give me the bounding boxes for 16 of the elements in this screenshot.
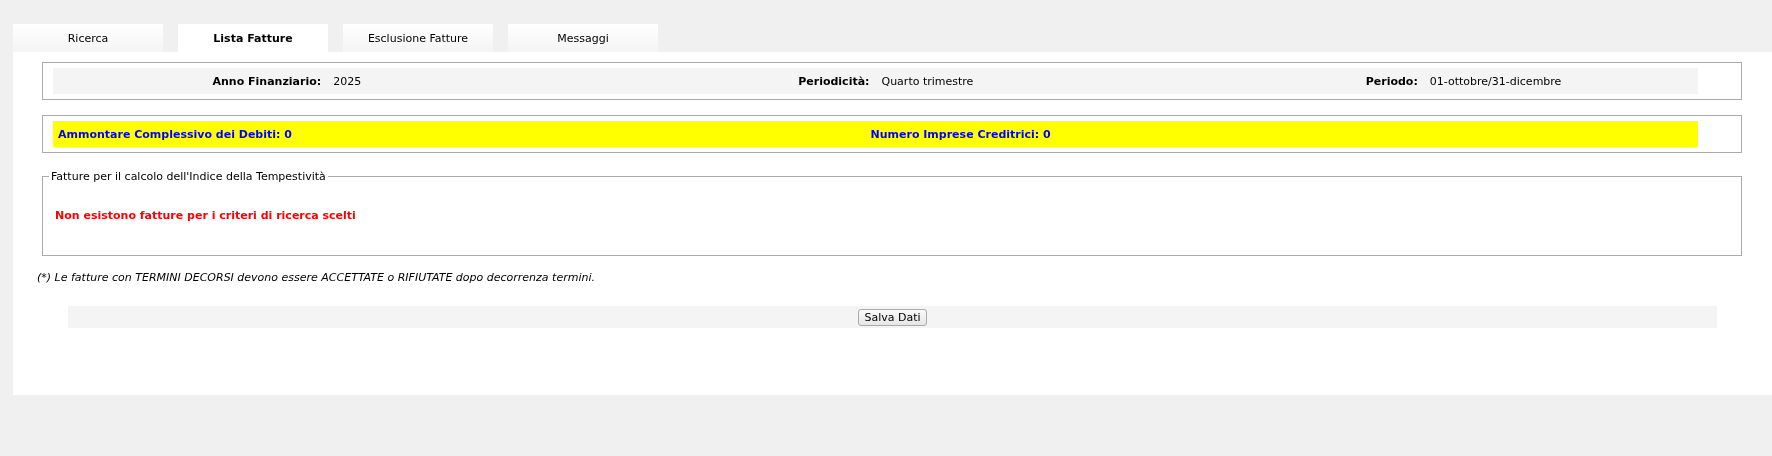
tab[interactable]: Messaggi [508, 24, 658, 52]
field-value: Quarto trimestre [881, 74, 975, 88]
total-text: Ammontare Complessivo dei Debiti: 0 [57, 127, 292, 141]
empty-message: Non esistono fatture per i criteri di ricerca scelti [55, 209, 357, 222]
field-value: 01-ottobre/31-dicembre [1429, 74, 1563, 88]
total-text: Numero Imprese Creditrici: 0 [869, 127, 1051, 141]
field-label: Anno Finanziario: [211, 74, 322, 88]
field-label: Periodicità: [797, 74, 870, 88]
footnote: (*) Le fatture con TERMINI DECORSI devono essere ACCETTATE o RIFIUTATE dopo decorrenza termini. [37, 271, 596, 284]
save-button[interactable]: Salva Dati [858, 308, 927, 326]
fieldset-legend: Fatture per il calcolo dell'Indice della Tempestività [49, 170, 328, 183]
field-label: Periodo: [1364, 74, 1418, 88]
tab[interactable]: Lista Fatture [178, 24, 328, 52]
field-value: 2025 [333, 74, 363, 88]
tab[interactable]: Ricerca [13, 24, 163, 52]
tab[interactable]: Esclusione Fatture [343, 24, 493, 52]
